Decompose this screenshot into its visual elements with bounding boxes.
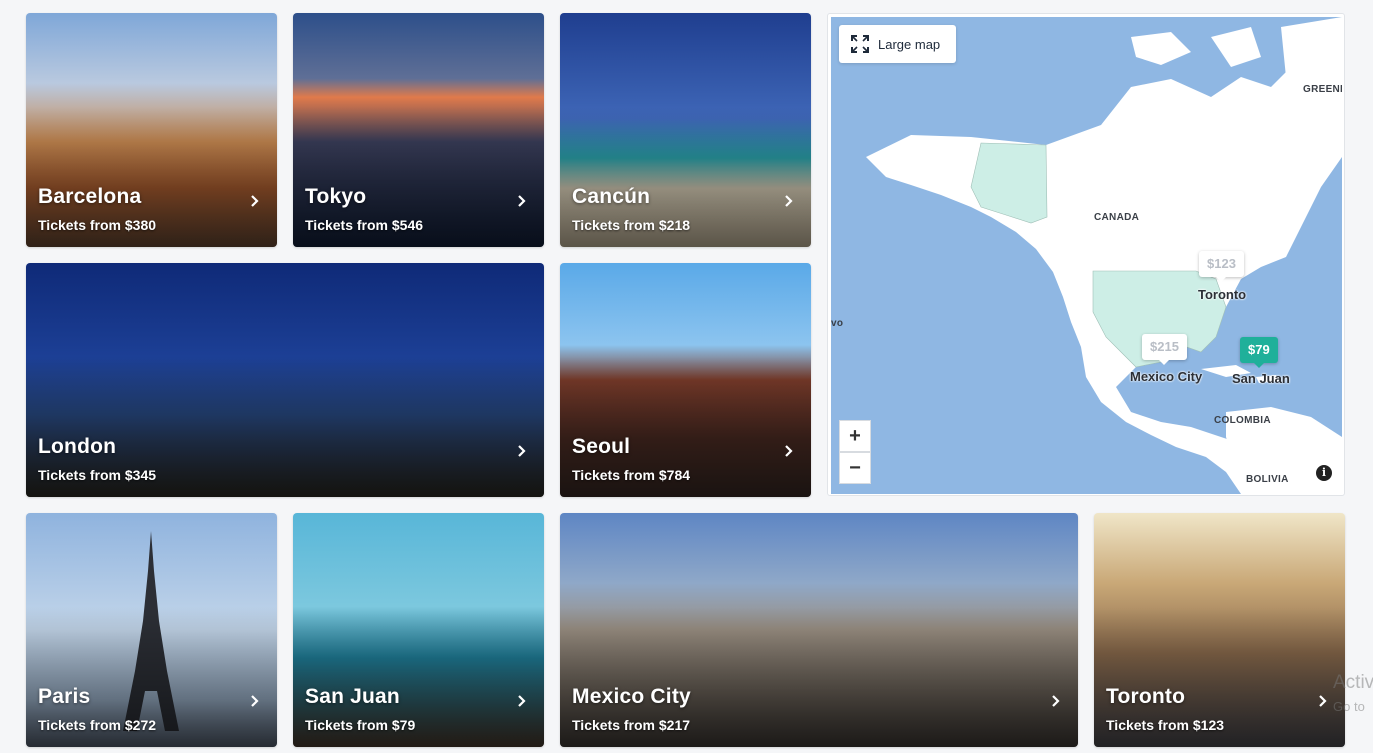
info-icon[interactable]: i: [1316, 465, 1332, 481]
destination-price: Tickets from $123: [1106, 717, 1225, 733]
destination-name: Seoul: [572, 435, 631, 458]
bolivia-label: BOLIVIA: [1246, 474, 1289, 485]
chevron-right-icon: [1319, 695, 1327, 707]
destination-name: San Juan: [305, 685, 400, 708]
destination-price: Tickets from $272: [38, 717, 157, 733]
destination-card-toronto[interactable]: Toronto Tickets from $123: [1094, 513, 1345, 747]
destination-card-seoul[interactable]: Seoul Tickets from $784: [560, 263, 811, 497]
destination-name: Toronto: [1106, 685, 1186, 708]
map-pin-san-juan[interactable]: $79: [1240, 337, 1278, 368]
destination-card-san-juan[interactable]: San Juan Tickets from $79: [293, 513, 544, 747]
large-map-label: Large map: [878, 36, 941, 52]
colombia-label: COLOMBIA: [1214, 415, 1271, 426]
chevron-right-icon: [785, 195, 793, 207]
canada-label: CANADA: [1094, 212, 1140, 223]
chevron-right-icon: [251, 195, 259, 207]
map-city-mexico-city: Mexico City: [1130, 369, 1203, 384]
zoom-out-button[interactable]: −: [839, 452, 871, 484]
chevron-right-icon: [785, 445, 793, 457]
destination-name: Barcelona: [38, 185, 142, 208]
destination-price: Tickets from $79: [305, 717, 416, 733]
destination-card-paris[interactable]: Paris Tickets from $272: [26, 513, 277, 747]
destinations-page: Barcelona Tickets from $380 Tokyo Ticket…: [0, 0, 1373, 753]
greenland-label: GREENL: [1303, 84, 1342, 95]
destination-card-tokyo[interactable]: Tokyo Tickets from $546: [293, 13, 544, 247]
map-pin-toronto[interactable]: $123: [1199, 251, 1244, 282]
zoom-in-button[interactable]: +: [839, 420, 871, 452]
chevron-right-icon: [251, 695, 259, 707]
destination-name: Cancún: [572, 185, 651, 208]
destination-card-cancun[interactable]: Cancún Tickets from $218: [560, 13, 811, 247]
destination-price: Tickets from $345: [38, 467, 157, 483]
map-city-san-juan: San Juan: [1232, 371, 1290, 386]
map-city-toronto: Toronto: [1198, 287, 1247, 302]
destination-name: Paris: [38, 685, 91, 708]
destination-price: Tickets from $546: [305, 217, 424, 233]
destination-name: Mexico City: [572, 685, 691, 708]
expand-icon: [851, 35, 869, 53]
destination-card-barcelona[interactable]: Barcelona Tickets from $380: [26, 13, 277, 247]
destination-price: Tickets from $217: [572, 717, 691, 733]
os-activation-watermark-sub: Go to: [1333, 699, 1365, 714]
destination-name: London: [38, 435, 117, 458]
map-pin-mexico-city[interactable]: $215: [1142, 334, 1187, 365]
destination-card-london[interactable]: London Tickets from $345: [26, 263, 544, 497]
destinations-map[interactable]: GREENL CANADA COLOMBIA BOLIVIA vo $123 T…: [827, 13, 1345, 496]
destination-card-mexico-city[interactable]: Mexico City Tickets from $217: [560, 513, 1078, 747]
chevron-right-icon: [1052, 695, 1060, 707]
destination-name: Tokyo: [305, 185, 367, 208]
os-activation-watermark: Activ: [1333, 672, 1373, 693]
edge-label: vo: [831, 318, 844, 329]
destination-price: Tickets from $380: [38, 217, 157, 233]
destination-price: Tickets from $218: [572, 217, 691, 233]
map-canvas[interactable]: GREENL CANADA COLOMBIA BOLIVIA vo $123 T…: [831, 17, 1342, 494]
large-map-button[interactable]: Large map: [839, 25, 956, 63]
destination-price: Tickets from $784: [572, 467, 691, 483]
chevron-right-icon: [518, 695, 526, 707]
chevron-right-icon: [518, 445, 526, 457]
chevron-right-icon: [518, 195, 526, 207]
